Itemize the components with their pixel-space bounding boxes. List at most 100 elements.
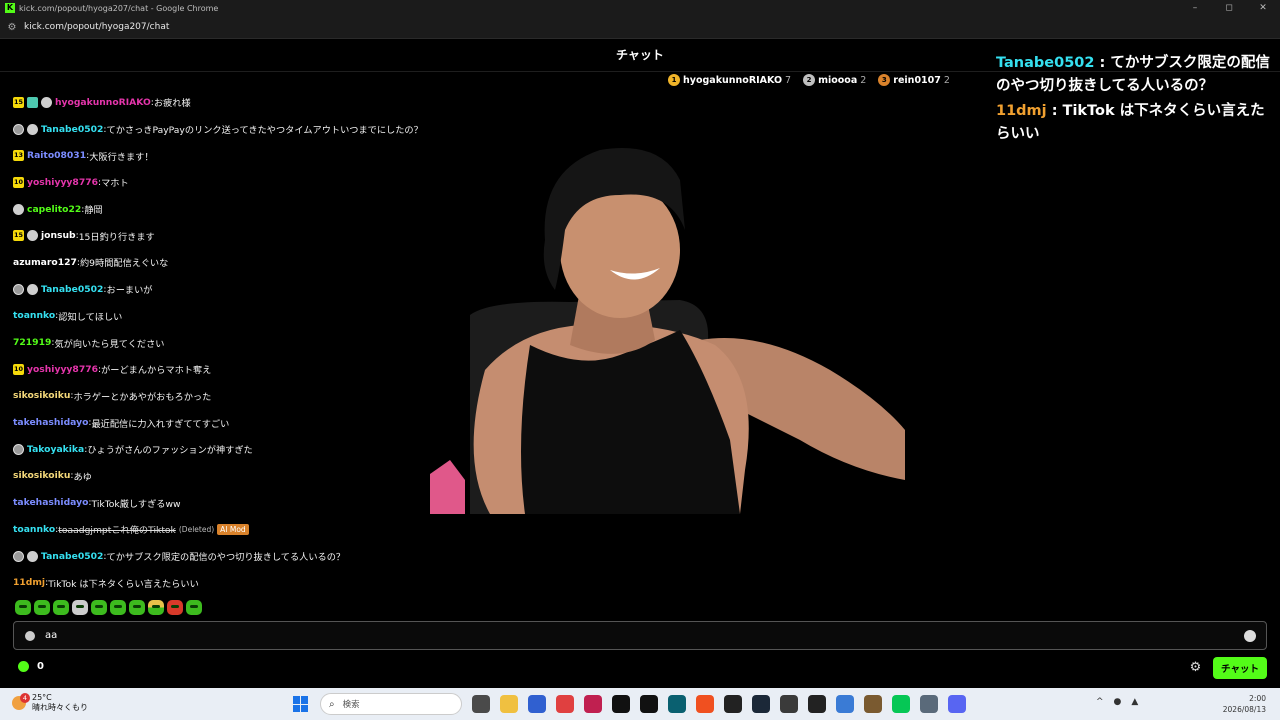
taskbar-app-icon[interactable] (808, 695, 826, 713)
top-gifter[interactable]: 1 hyogakunnoRIAKO 7 (668, 74, 791, 86)
network-icon[interactable]: ▲ (1131, 697, 1138, 707)
chat-username[interactable]: 11dmj (13, 577, 45, 588)
chat-message[interactable]: 15 jonsub: 15日釣り行きます (13, 222, 473, 249)
notification-badge: 4 (20, 693, 30, 703)
chat-username[interactable]: takehashidayo (13, 497, 88, 508)
url-text[interactable]: kick.com/popout/hyoga207/chat (24, 22, 169, 32)
taskbar-app-icon[interactable] (556, 695, 574, 713)
verified-badge-icon (27, 550, 38, 562)
emote-icon[interactable] (148, 600, 164, 615)
chat-username[interactable]: takehashidayo (13, 417, 88, 428)
taskbar-app-icon[interactable] (500, 695, 518, 713)
chat-message-text: おーまいが (106, 285, 153, 297)
taskbar-app-icon[interactable] (668, 695, 686, 713)
chat-message[interactable]: 15 hyogakunnoRIAKO: お疲れ様 (13, 89, 473, 116)
chat-message[interactable]: 10 yoshiyyy8776: がーどまんからマホト奪え (13, 356, 473, 383)
taskbar-app-icon[interactable] (836, 695, 854, 713)
close-button[interactable]: ✕ (1246, 0, 1280, 16)
emote-icon[interactable] (34, 600, 50, 615)
chat-message-text: toaadgjmptこれ俺のTiktok (58, 525, 176, 537)
chat-message[interactable]: toannko: 認知してほしい (13, 303, 473, 330)
taskbar-app-icon[interactable] (528, 695, 546, 713)
chat-message[interactable]: sikosikoiku: ホラゲーとかあやがおもろかった (13, 383, 473, 410)
weather-widget[interactable]: 4 25°C 晴れ時々くもり (12, 693, 88, 713)
taskbar-app-icon[interactable] (864, 695, 882, 713)
taskbar-app-icon[interactable] (780, 695, 798, 713)
tray-overflow-icon[interactable]: ^ (1096, 697, 1104, 707)
taskbar-app-icon[interactable] (948, 695, 966, 713)
chat-message-list[interactable]: 15 hyogakunnoRIAKO: お疲れ様 Tanabe0502: てかさっき… (13, 89, 473, 596)
taskbar-app-icon[interactable] (612, 695, 630, 713)
taskbar-app-icon[interactable] (472, 695, 490, 713)
chat-username[interactable]: azumaro127 (13, 257, 77, 268)
address-bar[interactable]: ⚙ kick.com/popout/hyoga207/chat (0, 16, 1280, 39)
chat-message[interactable]: takehashidayo: TikTok厳しすぎるww (13, 489, 473, 516)
taskbar-app-icon[interactable] (584, 695, 602, 713)
maximize-button[interactable]: ◻ (1212, 0, 1246, 16)
microphone-icon[interactable]: ● (1114, 697, 1122, 707)
chat-username[interactable]: toannko (13, 524, 55, 535)
chat-username[interactable]: 721919 (13, 337, 51, 348)
chat-message[interactable]: capelito22: 静岡 (13, 196, 473, 223)
top-gifter[interactable]: 2 mioooa 2 (803, 74, 866, 86)
chat-message[interactable]: 10 yoshiyyy8776: マホト (13, 169, 473, 196)
chat-username[interactable]: Tanabe0502 (41, 551, 103, 562)
settings-gear-icon[interactable]: ⚙ (1189, 661, 1202, 674)
taskbar-app-icon[interactable] (724, 695, 742, 713)
overlay-message: 11dmj : TikTok は下ネタくらい言えたらいい (996, 100, 1271, 146)
chat-message[interactable]: toannko: toaadgjmptこれ俺のTiktok (Deleted) AI… (13, 516, 473, 543)
chat-username[interactable]: Takoyakika (27, 444, 84, 455)
taskbar-app-icon[interactable] (892, 695, 910, 713)
emote-bar[interactable] (15, 600, 202, 615)
chat-username[interactable]: sikosikoiku (13, 390, 70, 401)
browser-title-bar: K kick.com/popout/hyoga207/chat - Google… (0, 0, 1280, 16)
emote-icon[interactable] (167, 600, 183, 615)
chat-message[interactable]: sikosikoiku: あゆ (13, 463, 473, 490)
top-gifter[interactable]: 3 rein0107 2 (878, 74, 950, 86)
chat-message[interactable]: takehashidayo: 最近配信に力入れすぎててすごい (13, 409, 473, 436)
chat-username[interactable]: yoshiyyy8776 (27, 364, 98, 375)
streamer-webcam-image (430, 148, 905, 514)
minimize-button[interactable]: – (1178, 0, 1212, 16)
emote-icon[interactable] (186, 600, 202, 615)
chat-username[interactable]: sikosikoiku (13, 470, 70, 481)
emote-icon[interactable] (15, 600, 31, 615)
taskbar-app-icon[interactable] (752, 695, 770, 713)
weather-icon: 4 (12, 693, 30, 710)
chat-username[interactable]: Tanabe0502 (41, 124, 103, 135)
chat-username[interactable]: Tanabe0502 (41, 284, 103, 295)
chat-message[interactable]: Tanabe0502: てかさっきPayPayのリンク送ってきたやつタイムアウト… (13, 116, 473, 143)
site-info-icon[interactable]: ⚙ (0, 22, 24, 33)
emote-icon[interactable] (91, 600, 107, 615)
emote-icon[interactable] (53, 600, 69, 615)
taskbar-app-icon[interactable] (640, 695, 658, 713)
taskbar-search[interactable]: ⌕ 検索 (320, 693, 462, 715)
chat-username[interactable]: jonsub (41, 230, 76, 241)
system-clock[interactable]: 2:00 2026/08/13 (1223, 693, 1266, 715)
emote-icon[interactable] (72, 600, 88, 615)
kick-logo-icon: K (5, 3, 15, 13)
chat-username[interactable]: hyogakunnoRIAKO (55, 97, 151, 108)
chat-message[interactable]: Tanabe0502: おーまいが (13, 276, 473, 303)
chat-message[interactable]: 721919: 気が向いたら見てください (13, 329, 473, 356)
chat-message[interactable]: Takoyakika: ひょうがさんのファッションが神すぎた (13, 436, 473, 463)
chat-username[interactable]: yoshiyyy8776 (27, 177, 98, 188)
chat-input[interactable] (45, 630, 1244, 641)
chat-message[interactable]: 13 Raito08031: 大阪行きます！ (13, 142, 473, 169)
start-button[interactable] (293, 696, 309, 712)
send-chat-button[interactable]: チャット (1213, 657, 1267, 679)
chat-username[interactable]: Raito08031 (27, 150, 86, 161)
chat-message[interactable]: Tanabe0502: てかサブスク限定の配信のやつ切り抜きしてる人いるの？ (13, 543, 473, 570)
chat-username[interactable]: toannko (13, 310, 55, 321)
emote-icon[interactable] (110, 600, 126, 615)
chat-username[interactable]: capelito22 (27, 204, 81, 215)
chat-message[interactable]: 11dmj: TikTok は下ネタくらい言えたらいい (13, 569, 473, 596)
channel-points[interactable]: 0 (18, 661, 44, 672)
taskbar-app-icon[interactable] (696, 695, 714, 713)
chat-input-box[interactable] (13, 621, 1267, 650)
emote-icon[interactable] (129, 600, 145, 615)
taskbar-app-icon[interactable] (920, 695, 938, 713)
chat-message-text: TikTok は下ネタくらい言えたらいい (48, 578, 199, 590)
chat-message[interactable]: azumaro127: 約9時間配信えぐいな (13, 249, 473, 276)
emoji-picker-icon[interactable] (1244, 629, 1256, 642)
